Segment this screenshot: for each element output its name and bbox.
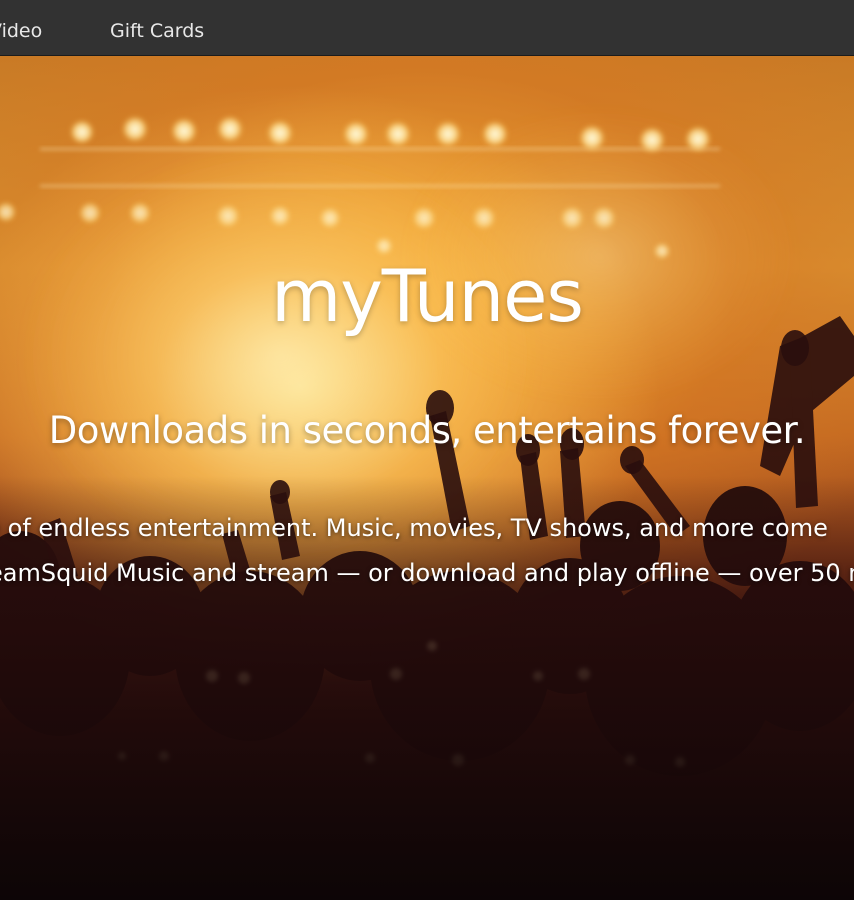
hero-description-line: StreamSquid Music and stream — or downlo… — [0, 559, 854, 587]
hero-content: myTunes Downloads in seconds, entertains… — [0, 56, 854, 900]
hero-description-line: home of endless entertainment. Music, mo… — [0, 514, 828, 542]
hero-banner: myTunes Downloads in seconds, entertains… — [0, 56, 854, 900]
hero-tagline: Downloads in seconds, entertains forever… — [48, 409, 806, 452]
nav-link-gift-cards[interactable]: Gift Cards — [110, 0, 204, 55]
nav-link-video[interactable]: Video — [0, 0, 42, 55]
hero-title: myTunes — [271, 254, 584, 338]
page: Video Gift Cards — [0, 0, 854, 900]
top-nav-bar: Video Gift Cards — [0, 0, 854, 56]
